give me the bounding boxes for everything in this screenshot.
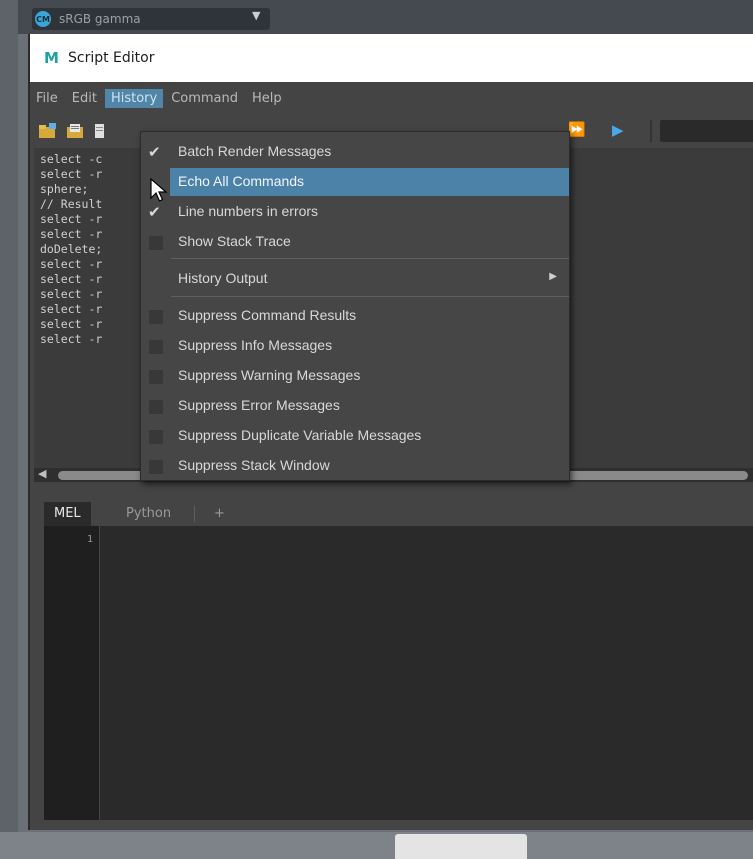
viewport-object (395, 834, 527, 859)
menu-file[interactable]: File (30, 89, 64, 108)
menu-item-label: Show Stack Trace (178, 233, 291, 249)
history-line: select -r (40, 332, 103, 346)
menu-item-batch-render-messages[interactable]: ✔ Batch Render Messages (141, 138, 569, 166)
tab-mel[interactable]: MEL (44, 502, 91, 526)
chevron-down-icon: ▼ (252, 9, 261, 22)
script-input-area[interactable]: 1 (44, 526, 753, 820)
viewport-floor (0, 832, 753, 859)
history-line: select -r (40, 302, 103, 316)
scroll-left-icon[interactable]: ◀ (38, 467, 46, 480)
save-script-icon[interactable] (94, 122, 106, 140)
history-line: select -r (40, 257, 103, 271)
menu-command[interactable]: Command (165, 89, 244, 108)
checkbox-icon (149, 430, 163, 444)
menu-item-suppress-command-results[interactable]: Suppress Command Results (141, 302, 569, 330)
menu-item-history-output[interactable]: History Output ▶ (141, 265, 569, 293)
execute-icon[interactable]: ▶ (612, 121, 624, 139)
line-number: 1 (86, 534, 93, 545)
menu-history[interactable]: History (104, 88, 164, 108)
history-line: doDelete; (40, 242, 103, 256)
menu-bar: File Edit History Command Help (30, 86, 753, 110)
window-title: Script Editor (68, 50, 155, 66)
tab-python[interactable]: Python (116, 502, 181, 526)
menu-item-label: Echo All Commands (178, 173, 305, 189)
checkbox-icon (149, 400, 163, 414)
history-menu-dropdown: ✔ Batch Render Messages Echo All Command… (140, 131, 570, 481)
maya-logo-icon: M (44, 49, 59, 67)
menu-item-suppress-error-messages[interactable]: Suppress Error Messages (141, 392, 569, 420)
history-line: select -r (40, 272, 103, 286)
history-line: select -r (40, 287, 103, 301)
menu-item-suppress-info-messages[interactable]: Suppress Info Messages (141, 332, 569, 360)
title-bar[interactable]: M Script Editor (30, 34, 753, 82)
color-management-icon: CM (35, 11, 51, 27)
history-line: select -r (40, 167, 103, 181)
checkbox-icon (149, 340, 163, 354)
add-tab-button[interactable]: + (204, 502, 235, 526)
menu-item-label: History Output (178, 270, 268, 286)
checkmark-icon: ✔ (148, 203, 161, 221)
menu-separator (171, 296, 569, 297)
menu-help[interactable]: Help (246, 89, 288, 108)
viewport-background (0, 0, 18, 859)
menu-edit[interactable]: Edit (66, 89, 103, 108)
colorspace-label: sRGB gamma (59, 12, 141, 26)
menu-item-suppress-stack-window[interactable]: Suppress Stack Window (141, 452, 569, 480)
toolbar-search-field[interactable] (660, 120, 753, 142)
menu-separator (171, 258, 569, 259)
menu-item-show-stack-trace[interactable]: Show Stack Trace (141, 228, 569, 256)
history-line: select -c (40, 152, 103, 166)
menu-item-label: Line numbers in errors (178, 203, 319, 219)
line-number-gutter: 1 (44, 526, 100, 820)
checkmark-icon: ✔ (148, 143, 161, 161)
menu-item-label: Suppress Error Messages (178, 397, 340, 413)
colorspace-dropdown[interactable]: CM sRGB gamma ▼ (32, 8, 270, 30)
tab-divider (194, 506, 195, 522)
menu-item-label: Suppress Duplicate Variable Messages (178, 427, 422, 443)
history-line: select -r (40, 227, 103, 241)
history-line: // Result (40, 197, 103, 211)
menu-item-label: Suppress Warning Messages (178, 367, 361, 383)
checkbox-icon (149, 310, 163, 324)
menu-item-suppress-duplicate-variable-messages[interactable]: Suppress Duplicate Variable Messages (141, 422, 569, 450)
history-line: select -r (40, 317, 103, 331)
script-tabs: MEL Python + (34, 502, 753, 526)
menu-item-label: Suppress Stack Window (178, 457, 330, 473)
menu-item-label: Suppress Command Results (178, 307, 357, 323)
menu-item-suppress-warning-messages[interactable]: Suppress Warning Messages (141, 362, 569, 390)
toolbar-divider (650, 120, 652, 142)
open-script-icon[interactable] (38, 122, 58, 140)
checkbox-icon (149, 370, 163, 384)
menu-item-echo-all-commands[interactable]: Echo All Commands (170, 168, 569, 196)
history-line: sphere; (40, 182, 89, 196)
mouse-cursor-icon (150, 178, 168, 202)
menu-item-label: Suppress Info Messages (178, 337, 333, 353)
checkbox-icon (149, 460, 163, 474)
menu-item-label: Batch Render Messages (178, 143, 332, 159)
execute-all-icon[interactable]: ⏩ (568, 122, 585, 138)
checkbox-icon (149, 236, 163, 250)
source-script-icon[interactable] (66, 122, 86, 140)
submenu-arrow-icon: ▶ (549, 271, 557, 282)
menu-item-line-numbers-in-errors[interactable]: ✔ Line numbers in errors (141, 198, 569, 226)
history-line: select -r (40, 212, 103, 226)
